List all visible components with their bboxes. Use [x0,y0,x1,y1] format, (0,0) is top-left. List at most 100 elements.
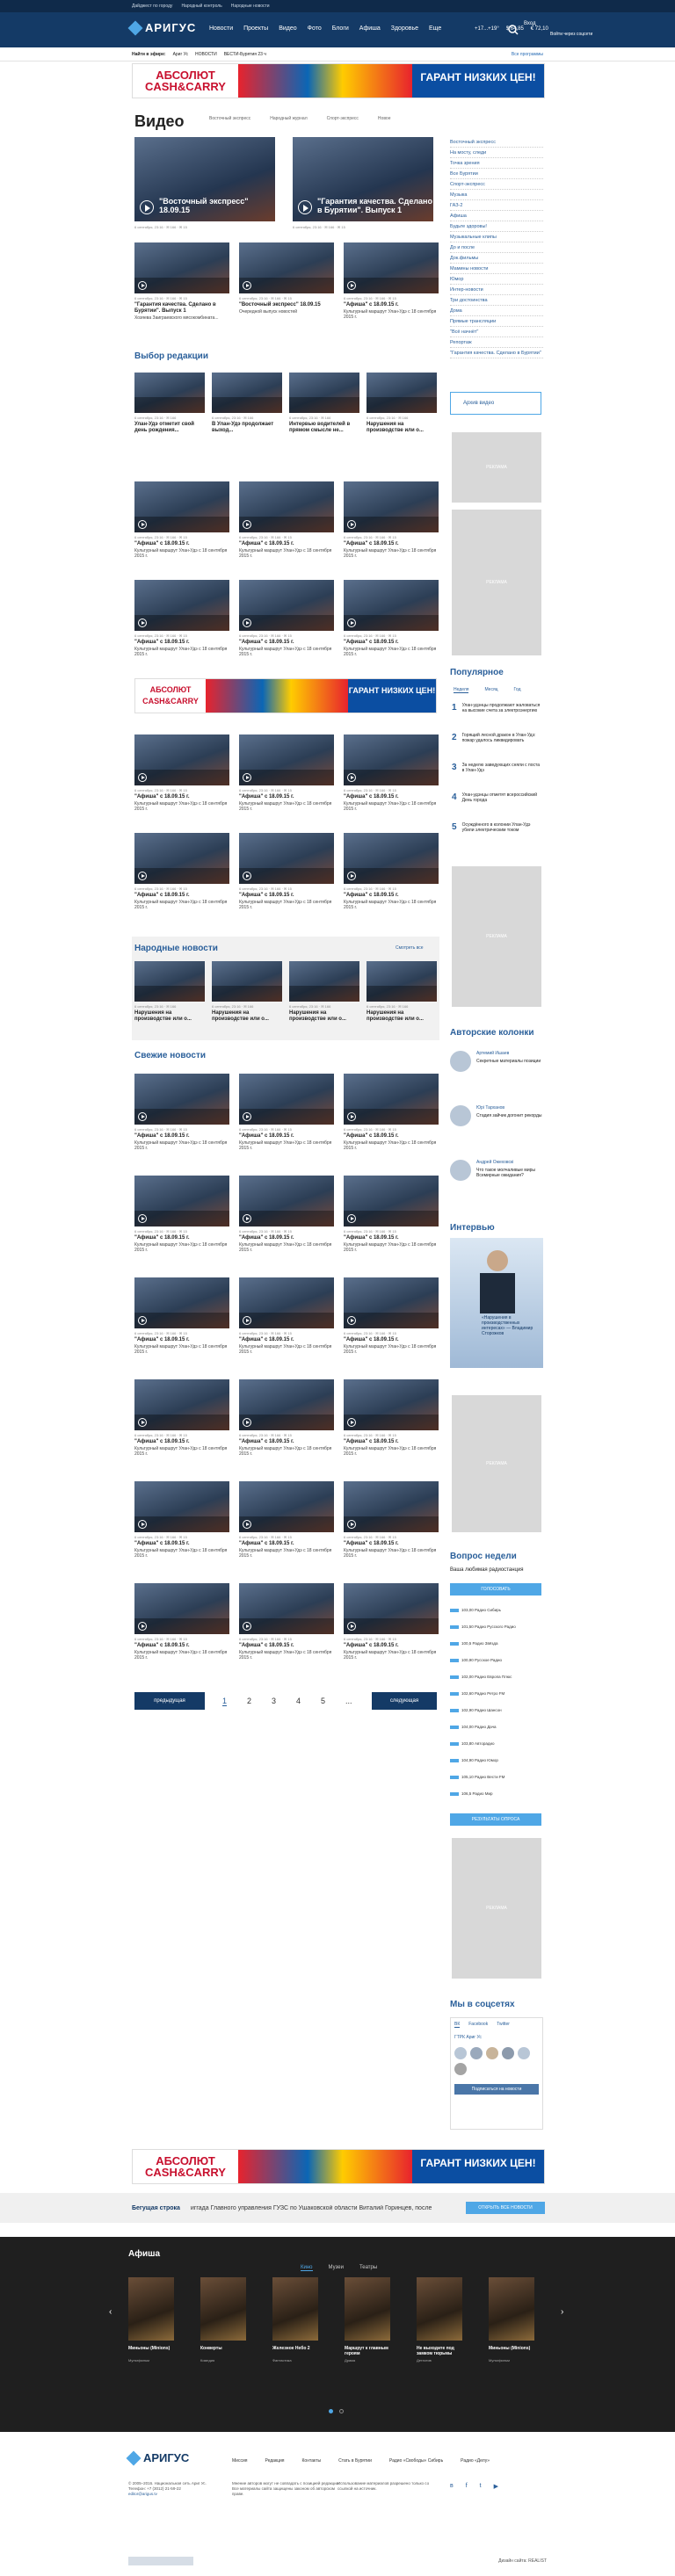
poll-option[interactable]: 100,5 Радио Звёзда [450,1641,541,1646]
topstrip-link[interactable]: Народный контроль [181,4,221,9]
interview-card[interactable]: «Нарушения в производственных интересах»… [450,1238,543,1368]
video-card[interactable]: 6 сентября, 23:16 · ✉ 166 · ✉ 15 "Афиша" … [134,1074,229,1151]
prev-page-button[interactable]: предыдущая [134,1692,205,1710]
facebook-icon[interactable]: f [466,2483,468,2490]
vk-icon[interactable]: в [450,2483,454,2490]
video-card[interactable]: 6 сентября, 23:16 · ✉ 166 · ✉ 15 "Афиша" … [239,734,334,812]
ticker-text[interactable]: иггада Главного управления ГУЗС по Ушако… [191,2205,454,2211]
featured-video[interactable]: "Гарантия качества. Сделано в Бурятии". … [293,137,433,221]
poll-option[interactable]: 103,00 Радио Сибирь [450,1608,541,1612]
featured-video[interactable]: "Восточный экспресс" 18.09.15 [134,137,275,221]
sidebar-category-link[interactable]: ГАЗ-2 [450,200,543,211]
video-card[interactable]: 6 сентября, 23:16 · ✉ 166 · ✉ 15 "Афиша" … [239,833,334,910]
see-all-link[interactable]: Смотреть все [396,945,424,951]
next-arrow-icon[interactable]: › [561,2307,563,2317]
sidebar-category-link[interactable]: "Всё начнёт" [450,327,543,337]
page-number[interactable]: 4 [296,1697,301,1705]
video-card[interactable]: 6 сентября, 23:16 · ✉ 166 · ✉ 15 "Афиша" … [344,580,439,657]
movie-poster[interactable] [128,2277,174,2341]
video-card[interactable]: 6 сентября, 23:16 · ✉ 166 · ✉ 15 "Афиша" … [134,1176,229,1253]
carousel-dot[interactable] [339,2409,344,2413]
next-page-button[interactable]: следующая [372,1692,437,1710]
search-icon[interactable] [506,23,520,37]
video-card[interactable]: 6 сентября, 23:16 · ✉ 166 · ✉ 15 "Афиша" … [344,1277,439,1355]
editor-card[interactable]: 6 сентября, 23:16 · ✉ 166 Улан-Удэ отмет… [134,373,205,434]
video-card[interactable]: 6 сентября, 23:16 · ✉ 166 · ✉ 15 "Афиша" … [344,1583,439,1661]
video-tab[interactable]: Спорт-экспресс [327,116,359,121]
video-card[interactable]: 6 сентября, 23:16 · ✉ 166 · ✉ 15 "Афиша" … [344,833,439,910]
video-card[interactable]: 6 сентября, 23:16 · ✉ 166 · ✉ 15 "Гарант… [134,242,229,321]
video-card[interactable]: 6 сентября, 23:16 · ✉ 166 · ✉ 15 "Афиша" … [344,1481,439,1559]
poll-option[interactable]: 103,80 Авторадио [450,1741,541,1746]
nav-link[interactable]: Новости [209,25,233,32]
sidebar-category-link[interactable]: Прямые трансляции [450,316,543,327]
sidebar-category-link[interactable]: Док.фильмы [450,253,543,264]
page-number[interactable]: 2 [247,1697,251,1705]
poll-option[interactable]: 105,10 Радио Вести FM [450,1775,541,1779]
sidebar-category-link[interactable]: На мосту, следи [450,148,543,158]
footer-link[interactable]: Миссия [232,2458,247,2464]
footer-link[interactable]: Радио «Свободы» Сибирь [389,2458,443,2464]
video-tab[interactable]: Народный журнал [270,116,307,121]
poll-results-button[interactable]: РЕЗУЛЬТАТЫ ОПРОСА [450,1813,541,1826]
afisha-tab[interactable]: Музеи [329,2265,344,2271]
carousel-dot[interactable] [329,2409,333,2413]
video-card[interactable]: 6 сентября, 23:16 · ✉ 166 · ✉ 15 "Афиша" … [239,1583,334,1661]
poll-option[interactable]: 102,60 Радио Ретро FM [450,1691,541,1696]
popular-item[interactable]: 3 За неделю заведующих сняли с поста в Ул… [452,763,543,773]
video-card[interactable]: 6 сентября, 23:16 · ✉ 166 · ✉ 15 "Афиша" … [239,1379,334,1457]
people-card[interactable]: 6 сентября, 23:16 · ✉ 166 Нарушения на п… [134,961,205,1023]
sidebar-category-link[interactable]: Все Бурятии [450,169,543,179]
author-item[interactable]: Андрей Ожеховскі Что такое молчаливые мир… [450,1160,543,1181]
popular-item[interactable]: 2 Горящий лесной дракон в Улан-Удэ: пожар… [452,733,543,743]
movie-poster[interactable] [489,2277,534,2341]
social-group-name[interactable]: ГТРК Ариг Ус [451,2031,542,2044]
video-tab[interactable]: Восточный экспресс [209,116,250,121]
sidebar-category-link[interactable]: Музыкальные клипы [450,232,543,242]
nav-link[interactable]: Здоровье [391,25,418,32]
video-card[interactable]: 6 сентября, 23:16 · ✉ 166 · ✉ 15 "Афиша" … [134,1583,229,1661]
archive-button[interactable]: Архив видео [450,392,541,415]
author-item[interactable]: Юрі Тарханов Стадия зайчик догонит рекорд… [450,1105,543,1126]
sidebar-category-link[interactable]: Будьте здоровы! [450,221,543,232]
sidebar-category-link[interactable]: До и после [450,242,543,253]
nav-link[interactable]: Афиша [359,25,381,32]
social-tab[interactable]: Facebook [468,2022,488,2028]
video-card[interactable]: 6 сентября, 23:16 · ✉ 166 · ✉ 15 "Афиша" … [239,481,334,559]
movie-title[interactable]: Не выходите под замком тюрьмы [417,2346,466,2356]
poll-option[interactable]: 102,00 Радио Европа Плюс [450,1675,541,1679]
movie-title[interactable]: Конверты [200,2346,250,2351]
footer-link[interactable]: Стать в Бурятии [338,2458,372,2464]
video-card[interactable]: 6 сентября, 23:16 · ✉ 166 · ✉ 15 "Афиша" … [239,1176,334,1253]
poll-option[interactable]: 101,50 Радио Русского Радио [450,1624,541,1629]
social-tab[interactable]: Twitter [497,2022,510,2028]
footer-link[interactable]: Контакты [302,2458,322,2464]
editor-card[interactable]: 6 сентября, 23:16 · ✉ 166 В Улан-Удэ про… [212,373,282,434]
poll-option[interactable]: 104,00 Радио Дача [450,1725,541,1729]
video-card[interactable]: 6 сентября, 23:16 · ✉ 166 · ✉ 15 "Афиша" … [344,1176,439,1253]
video-card[interactable]: 6 сентября, 23:16 · ✉ 166 · ✉ 15 "Афиша" … [344,1074,439,1151]
subnav-item[interactable]: Ариг Ус [173,52,188,57]
footer-link[interactable]: Радио «Делу» [461,2458,490,2464]
login-link[interactable]: Вход [524,21,536,26]
developer-credit[interactable]: Дизайн сайта: REALIST [498,2558,547,2564]
youtube-icon[interactable]: ▶ [494,2483,498,2490]
editor-card[interactable]: 6 сентября, 23:16 · ✉ 166 Интервью водит… [289,373,359,434]
all-news-button[interactable]: ОТКРЫТЬ ВСЕ НОВОСТИ [466,2202,545,2214]
author-item[interactable]: Артемий Ишаев Секретные материалы позиции [450,1051,543,1072]
movie-poster[interactable] [345,2277,390,2341]
movie-title[interactable]: Миньоны (Minions) [128,2346,178,2351]
all-programs-link[interactable]: Все программы [512,52,543,57]
page-number[interactable]: 1 [222,1697,228,1706]
social-login-link[interactable]: Войти через соцсети [550,32,592,37]
video-card[interactable]: 6 сентября, 23:16 · ✉ 166 · ✉ 15 "Афиша" … [134,481,229,559]
subnav-item[interactable]: НОВОСТИ [195,52,217,57]
poll-option[interactable]: 100,90 Русское Радио [450,1658,541,1662]
topstrip-link[interactable]: Дайджест по городу [132,4,172,9]
nav-link[interactable]: Проекты [243,25,268,32]
popular-tab[interactable]: Год [514,687,521,693]
sidebar-category-link[interactable]: Три достоинства [450,295,543,306]
popular-tab[interactable]: Месяц [484,687,497,693]
video-card[interactable]: 6 сентября, 23:16 · ✉ 166 · ✉ 15 "Афиша" … [239,1074,334,1151]
video-card[interactable]: 6 сентября, 23:16 · ✉ 166 · ✉ 15 "Афиша" … [134,734,229,812]
